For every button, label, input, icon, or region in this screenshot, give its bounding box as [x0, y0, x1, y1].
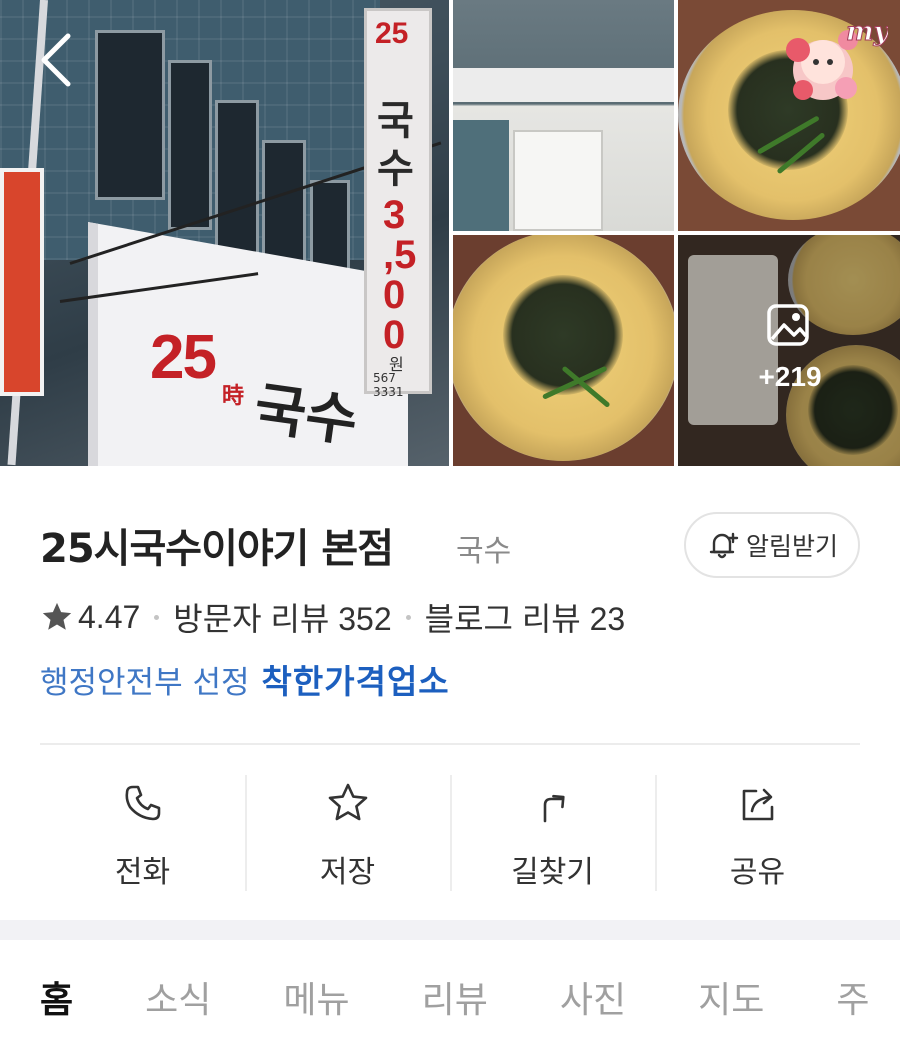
separator-dot: [154, 614, 160, 620]
certification-mark: 착한가격업소: [261, 662, 450, 701]
place-category: 국수: [456, 534, 512, 569]
action-bar: 전화 저장 길찾기 공유: [40, 775, 860, 891]
vsign-name: 국수: [377, 97, 414, 192]
side-sign: [0, 168, 44, 396]
vsign-price-digit: 0: [383, 313, 406, 357]
back-chevron-icon[interactable]: [36, 30, 80, 90]
vsign-price-digit: ,5: [383, 233, 417, 277]
vsign-hours: 25: [375, 17, 409, 50]
vsign-price: 3 ,5 0 0: [383, 195, 416, 355]
directions-icon: [543, 794, 565, 823]
directions-button[interactable]: 길찾기: [450, 775, 655, 891]
alarm-button[interactable]: 알림받기: [684, 512, 860, 578]
visitor-reviews-link[interactable]: 방문자 리뷰 352: [173, 594, 391, 640]
share-label: 공유: [729, 855, 786, 890]
save-button[interactable]: 저장: [245, 775, 450, 891]
tab-menu[interactable]: 메뉴: [283, 971, 349, 1023]
noodle-closeup-photo[interactable]: [453, 235, 674, 466]
directions-label: 길찾기: [511, 855, 594, 890]
certification-row: 행정안전부 선정 착한가격업소: [40, 656, 450, 702]
tab-map[interactable]: 지도: [698, 971, 764, 1023]
tab-reviews[interactable]: 리뷰: [422, 971, 488, 1023]
sign-hours-char: 時: [222, 384, 245, 409]
bell-plus-icon: [709, 532, 739, 559]
phone-icon: [125, 785, 160, 821]
rating-star-icon: [42, 602, 72, 630]
street-photo[interactable]: [453, 0, 674, 231]
building-window: [215, 100, 259, 260]
vsign-phone: 567 3331: [373, 371, 404, 399]
tab-news[interactable]: 소식: [145, 971, 211, 1023]
gallery-dim-overlay: [678, 235, 900, 466]
more-photos-count: +219: [758, 361, 822, 392]
section-gap: [0, 920, 900, 940]
rating-value: 4.47: [78, 598, 141, 635]
call-label: 전화: [114, 855, 171, 890]
sign-hours: 25: [150, 323, 217, 392]
storefront-banner: [453, 68, 674, 102]
vertical-sign: 25 국수 3 ,5 0 0 원 567 3331: [364, 8, 432, 399]
seaweed-topping: [503, 275, 623, 395]
noodle-photo[interactable]: my: [678, 0, 900, 231]
storefront-photo[interactable]: 25 時 국수 25 국수 3 ,5 0 0 원 567 3331: [0, 0, 449, 466]
tab-nearby[interactable]: 주: [836, 971, 869, 1023]
building-window: [95, 30, 165, 200]
place-name: 25시국수이야기 본점: [40, 526, 394, 572]
separator-dot: [405, 614, 411, 620]
vsign-price-digit: 0: [383, 273, 406, 317]
tab-home[interactable]: 홈: [40, 971, 73, 1023]
save-label: 저장: [319, 855, 376, 890]
vsign-price-digit: 3: [383, 193, 406, 237]
share-icon: [742, 788, 773, 821]
alarm-label: 알림받기: [745, 532, 838, 561]
tab-photos[interactable]: 사진: [560, 971, 626, 1023]
certification-org: 행정안전부 선정: [40, 664, 250, 701]
sticker-text: my: [846, 17, 888, 47]
building-window: [168, 60, 212, 230]
more-photos-tile[interactable]: +219: [678, 235, 900, 466]
section-divider: [40, 743, 860, 745]
share-button[interactable]: 공유: [655, 775, 860, 891]
photo-gallery: 25 時 국수 25 국수 3 ,5 0 0 원 567 3331 my +21…: [0, 0, 900, 466]
title-row: 25시국수이야기 본점 국수 알림받기: [40, 512, 860, 578]
rating-row: 4.47 방문자 리뷰 352 블로그 리뷰 23: [40, 594, 625, 640]
tab-bar: 홈 소식 메뉴 리뷰 사진 지도 주: [0, 940, 900, 1053]
blog-reviews-link[interactable]: 블로그 리뷰 23: [425, 594, 626, 640]
side-glass: [453, 120, 509, 231]
image-icon: [767, 304, 809, 346]
sign-name: 국수: [250, 375, 362, 455]
call-button[interactable]: 전화: [40, 775, 245, 891]
sticker-decoration: my: [786, 17, 888, 100]
door-poster: [513, 130, 603, 231]
star-icon: [328, 783, 367, 821]
